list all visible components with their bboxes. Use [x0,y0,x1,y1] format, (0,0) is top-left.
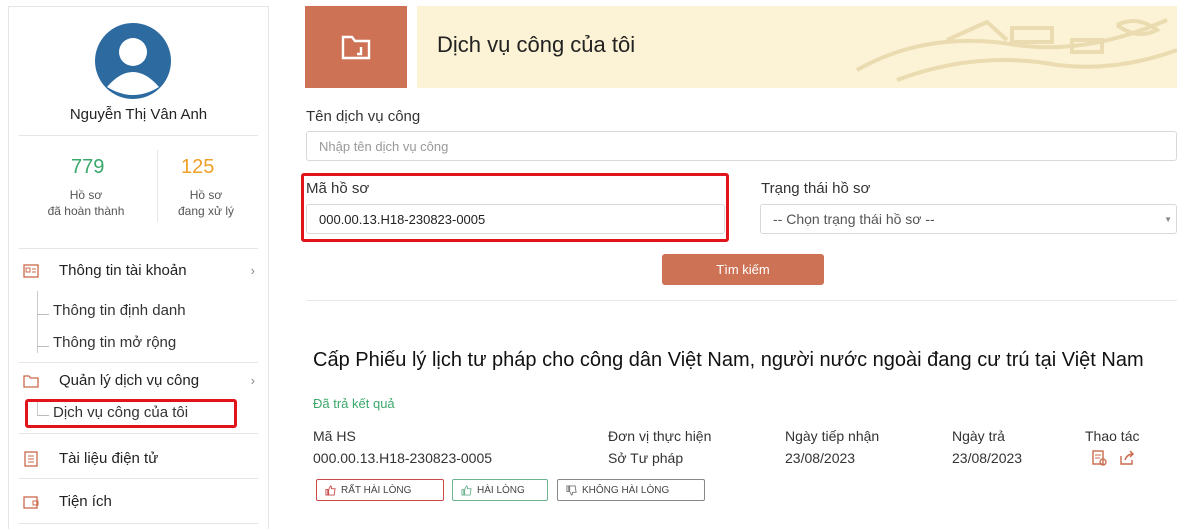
rating-label: RẤT HÀI LÒNG [341,484,412,496]
unit-value: Sở Tư pháp [608,450,684,466]
sidebar-item-label: Thông tin tài khoản [59,262,187,279]
highlight-box [25,399,237,428]
sidebar-item-service-mgmt[interactable]: Quản lý dịch vụ công › [19,372,259,389]
satisfied-button[interactable]: HÀI LÒNG [452,479,548,501]
wallet-icon [23,495,39,509]
returned-date-value: 23/08/2023 [952,450,1023,466]
sidebar-item-label: Quản lý dịch vụ công [59,372,200,389]
record-code-value: 000.00.13.H18-230823-0005 [313,450,493,466]
chevron-right-icon: › [250,263,255,278]
thumbs-up-icon [325,484,336,496]
user-avatar-icon[interactable] [93,21,173,101]
bird-pattern-icon [856,18,1177,82]
user-name: Nguyễn Thị Vân Anh [69,106,208,123]
stat-divider [157,150,158,222]
tree-branch [37,314,49,315]
record-status-value: -- Chọn trạng thái hồ sơ -- [773,211,935,227]
tree-line [37,291,38,353]
completed-label: Hồ sơ đã hoàn thành [19,187,153,219]
column-header-returned: Ngày trả [952,428,1005,444]
not-satisfied-button[interactable]: KHÔNG HÀI LÒNG [557,479,705,501]
divider [19,135,258,136]
sidebar-item-identity-info[interactable]: Thông tin định danh [53,302,186,319]
completed-label-line1: Hồ sơ [69,188,103,202]
dropdown-arrow-icon: ▼ [1164,214,1172,224]
document-icon [24,450,38,467]
column-header-received: Ngày tiếp nhận [785,428,880,444]
banner-icon-box [305,6,407,88]
rating-label: KHÔNG HÀI LÒNG [582,484,670,496]
processing-label: Hồ sơ đang xử lý [161,187,251,219]
folder-icon [341,35,371,60]
search-button[interactable]: Tìm kiếm [662,254,824,285]
sidebar-item-label: Tài liệu điện tử [59,450,159,467]
completed-count: 779 [71,156,105,178]
column-header-code: Mã HS [313,428,356,444]
service-name-input[interactable]: Nhập tên dịch vụ công [306,131,1177,161]
sidebar: Nguyễn Thị Vân Anh 779 Hồ sơ đã hoàn thà… [8,6,269,529]
page-title: Dịch vụ công của tôi [437,32,636,57]
processing-label-line1: Hồ sơ [189,188,223,202]
sidebar-item-utilities[interactable]: Tiện ích [19,493,259,510]
thumbs-down-icon [566,484,577,496]
record-status-label: Trạng thái hồ sơ [761,180,871,197]
service-name-label: Tên dịch vụ công [306,108,421,125]
share-icon[interactable] [1119,450,1135,466]
column-header-actions: Thao tác [1085,428,1140,444]
divider [19,523,258,524]
very-satisfied-button[interactable]: RẤT HÀI LÒNG [316,479,444,501]
sidebar-item-account-info[interactable]: Thông tin tài khoản › [19,262,259,279]
id-card-icon [23,263,39,278]
tree-branch [37,346,49,347]
divider [19,362,258,363]
sidebar-item-e-documents[interactable]: Tài liệu điện tử [19,450,259,467]
service-title[interactable]: Cấp Phiếu lý lịch tư pháp cho công dân V… [313,350,1163,370]
record-status-select[interactable]: -- Chọn trạng thái hồ sơ -- ▼ [760,204,1177,234]
page-banner: Dịch vụ công của tôi [417,6,1177,88]
folder-icon [23,374,39,388]
chevron-right-icon: › [250,373,255,388]
processing-label-line2: đang xử lý [177,204,235,218]
highlight-box [301,173,729,242]
rating-label: HÀI LÒNG [477,484,525,496]
divider [19,248,258,249]
sidebar-item-label: Tiện ích [59,493,112,510]
view-document-icon[interactable] [1091,450,1107,466]
status-badge: Đã trả kết quả [313,396,395,411]
divider [19,478,258,479]
column-header-unit: Đơn vị thực hiện [608,428,712,444]
divider [19,433,258,434]
thumbs-up-icon [461,484,472,496]
completed-label-line2: đã hoàn thành [47,204,125,218]
processing-count: 125 [181,156,215,178]
sidebar-item-extended-info[interactable]: Thông tin mở rộng [53,334,176,351]
divider [306,300,1177,301]
received-date-value: 23/08/2023 [785,450,856,466]
